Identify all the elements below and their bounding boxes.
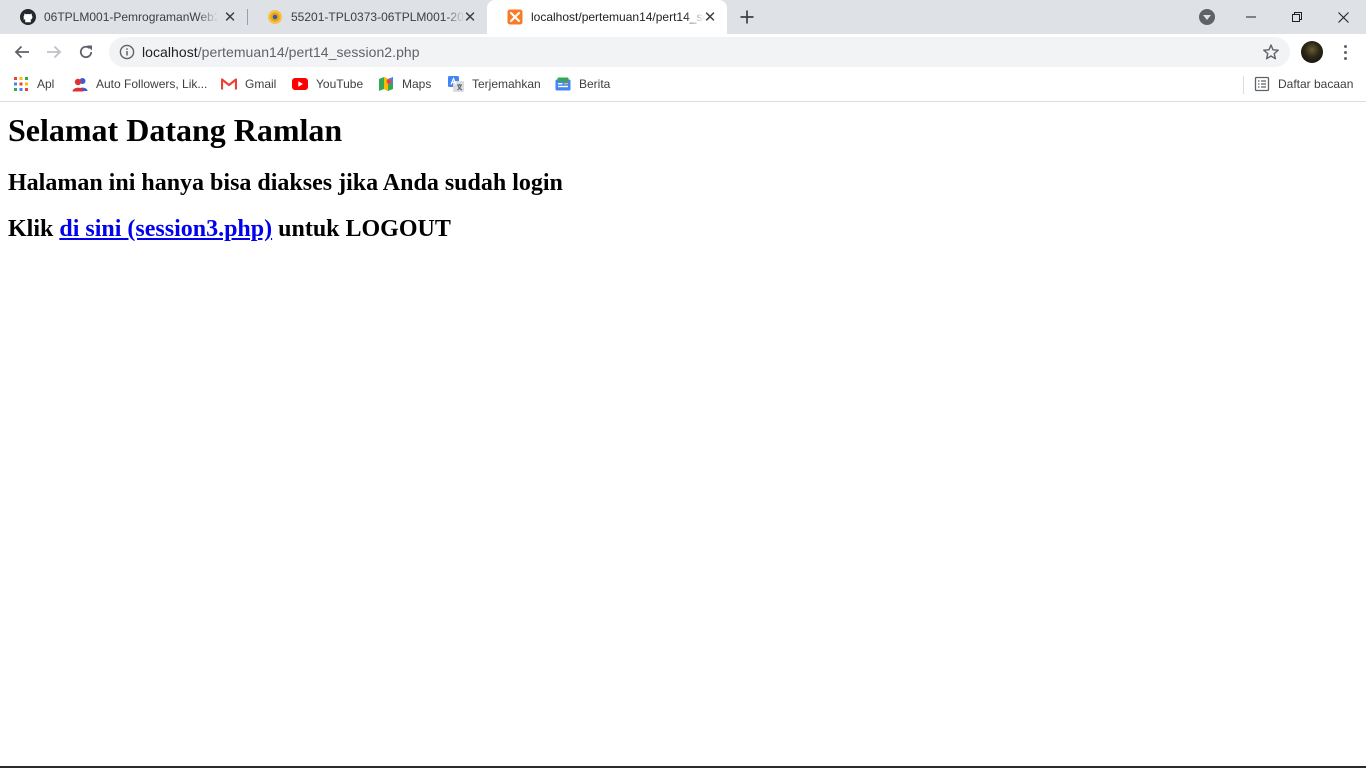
bookmark-label: Auto Followers, Lik... [96,77,208,91]
arrow-right-icon [47,45,62,59]
news-icon [555,76,571,92]
profile-avatar[interactable] [1301,41,1323,63]
campus-icon [267,9,283,25]
youtube-icon [292,76,308,92]
xampp-icon [507,9,523,25]
back-button[interactable] [8,38,36,66]
new-tab-button[interactable] [737,7,757,27]
bookmark-star-icon[interactable] [1262,43,1280,61]
url-host: localhost [142,44,198,60]
tab-strip: 06TPLM001-PemrogramanWeb2/ ✕ 55201-TPL03… [0,0,1366,34]
menu-kebab-icon[interactable] [1337,42,1353,62]
window-close-button[interactable] [1320,0,1366,34]
close-icon [1337,11,1349,23]
bookmarks-bar: Apl Auto Followers, Lik... Gmail YouTube… [0,70,1366,102]
restore-button[interactable] [1274,0,1320,34]
reading-list-label: Daftar bacaan [1278,77,1354,91]
minimize-button[interactable] [1228,0,1274,34]
close-icon[interactable]: ✕ [462,9,478,26]
bookmark-label: Terjemahkan [472,77,541,91]
translate-icon [448,76,464,92]
bookmark-label: Apl [37,77,55,91]
tab-course[interactable]: 55201-TPL0373-06TPLM001-2020 ✕ [247,0,487,34]
bookmark-maps[interactable]: Maps [378,75,431,93]
close-icon[interactable]: ✕ [702,9,718,26]
apps-grid-icon [13,76,29,92]
github-icon [20,9,36,25]
maps-icon [378,76,394,92]
browser-toolbar: localhost/pertemuan14/pert14_session2.ph… [0,34,1366,70]
welcome-heading: Selamat Datang Ramlan [8,112,343,148]
minimize-icon [1246,16,1256,18]
logout-line: Klik di sini (session3.php) untuk LOGOUT [8,215,451,243]
tab-localhost-active[interactable]: localhost/pertemuan14/pert14_session2.ph… [487,0,727,34]
url-text: localhost/pertemuan14/pert14_session2.ph… [142,44,420,60]
bookmark-auto-followers[interactable]: Auto Followers, Lik... [72,75,207,93]
bookmark-label: Maps [402,77,432,91]
close-icon[interactable]: ✕ [222,9,238,26]
bookmark-label: Berita [579,77,611,91]
reading-list-icon [1254,76,1270,92]
users-icon [72,76,88,92]
bookmark-youtube[interactable]: YouTube [292,75,363,93]
gmail-icon [221,76,237,92]
forward-button[interactable] [40,38,68,66]
page-content: Selamat Datang Ramlan Halaman ini hanya … [0,103,1366,766]
address-bar[interactable]: localhost/pertemuan14/pert14_session2.ph… [109,37,1290,67]
logout-prefix: Klik [8,216,54,242]
login-notice: Halaman ini hanya bisa diakses jika Anda… [8,170,563,196]
tab-search-button[interactable] [1199,9,1215,25]
tab-title: localhost/pertemuan14/pert14_session2.ph… [531,10,705,24]
reload-button[interactable] [72,38,100,66]
reading-list-button[interactable]: Daftar bacaan [1254,75,1353,93]
arrow-left-icon [14,45,29,59]
tab-title: 06TPLM001-PemrogramanWeb2/ [44,10,218,24]
logout-link[interactable]: di sini (session3.php) [59,216,272,242]
info-icon[interactable] [119,44,135,60]
tab-github[interactable]: 06TPLM001-PemrogramanWeb2/ ✕ [0,0,247,34]
tab-title: 55201-TPL0373-06TPLM001-2020 [291,10,465,24]
bookmark-label: Gmail [245,77,277,91]
bookmark-news[interactable]: Berita [555,75,610,93]
bookmark-label: YouTube [316,77,364,91]
plus-icon [740,10,754,24]
reload-icon [79,45,93,58]
bookmark-gmail[interactable]: Gmail [221,75,276,93]
bookmark-apps[interactable]: Apl [13,75,54,93]
bookmarks-divider [1243,76,1244,94]
bookmark-translate[interactable]: Terjemahkan [448,75,541,93]
url-path: /pertemuan14/pert14_session2.php [197,44,420,60]
logout-suffix: untuk LOGOUT [278,216,451,242]
restore-icon [1292,12,1302,22]
